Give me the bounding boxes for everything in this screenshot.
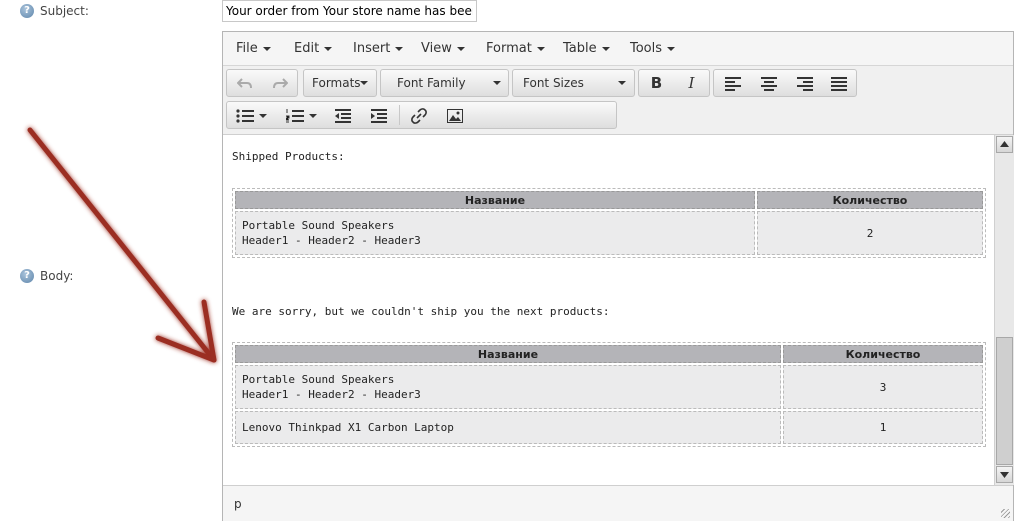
product-quantity: 1 <box>783 411 983 444</box>
align-center-icon <box>761 76 777 91</box>
italic-button[interactable]: I <box>674 70 709 96</box>
product-name: Portable Sound Speakers <box>242 219 395 232</box>
align-left-icon <box>725 76 741 91</box>
align-right-icon <box>797 76 813 91</box>
chevron-down-icon <box>618 81 626 85</box>
table-row: Portable Sound Speakers Header1 - Header… <box>235 211 983 255</box>
chevron-down-icon <box>262 46 271 51</box>
undo-icon <box>236 77 252 88</box>
formats-label: Formats <box>312 76 361 90</box>
scroll-up-button[interactable] <box>996 136 1013 153</box>
subject-input[interactable] <box>222 0 477 22</box>
redo-button[interactable] <box>262 70 297 96</box>
table-row: Lenovo Thinkpad X1 Carbon Laptop 1 <box>235 411 983 444</box>
link-icon <box>411 107 427 124</box>
product-variant: Header1 - Header2 - Header3 <box>242 388 421 401</box>
scroll-down-button[interactable] <box>996 466 1013 483</box>
menu-insert[interactable]: Insert <box>353 41 404 56</box>
menu-view[interactable]: View <box>421 41 465 56</box>
numbered-list-button[interactable] <box>277 102 325 128</box>
font-sizes-label: Font Sizes <box>523 76 584 90</box>
chevron-down-icon <box>493 81 501 85</box>
align-right-button[interactable] <box>788 70 822 96</box>
sorry-message: We are sorry, but we couldn't ship you t… <box>232 305 610 318</box>
chevron-down-icon <box>258 113 267 118</box>
product-name: Lenovo Thinkpad X1 Carbon Laptop <box>242 421 454 434</box>
shipped-products-heading: Shipped Products: <box>232 150 345 163</box>
product-variant: Header1 - Header2 - Header3 <box>242 234 421 247</box>
font-family-dropdown[interactable]: Font Family <box>380 69 509 97</box>
undo-button[interactable] <box>227 70 262 96</box>
editor-toolbar: Formats Font Family Font Sizes B I <box>223 66 1013 135</box>
product-name-cell: Lenovo Thinkpad X1 Carbon Laptop <box>235 411 781 444</box>
chevron-down-icon <box>395 46 404 51</box>
editor-statusbar: p <box>223 485 1013 521</box>
table-row: Portable Sound Speakers Header1 - Header… <box>235 365 983 409</box>
align-left-button[interactable] <box>716 70 750 96</box>
body-label: Body: <box>40 269 74 283</box>
element-path[interactable]: p <box>234 497 242 511</box>
numbered-list-icon <box>285 108 304 122</box>
align-justify-button[interactable] <box>822 70 856 96</box>
align-justify-icon <box>831 76 847 91</box>
font-sizes-dropdown[interactable]: Font Sizes <box>512 69 635 97</box>
bold-button[interactable]: B <box>639 70 674 96</box>
menu-file[interactable]: File <box>236 41 271 56</box>
arrow-up-icon <box>1000 141 1009 147</box>
editor-content-area[interactable]: Shipped Products: Название Количество Po… <box>223 135 993 485</box>
align-group <box>713 69 857 97</box>
table-header-name: Название <box>235 191 755 209</box>
link-button[interactable] <box>401 102 437 128</box>
shipped-products-table: Название Количество Portable Sound Speak… <box>232 188 986 258</box>
formats-dropdown[interactable]: Formats <box>303 69 377 97</box>
chevron-down-icon <box>308 113 317 118</box>
menu-tools[interactable]: Tools <box>630 41 676 56</box>
outdent-button[interactable] <box>325 102 361 128</box>
chevron-down-icon <box>536 46 545 51</box>
chevron-down-icon <box>360 81 368 85</box>
scroll-thumb[interactable] <box>996 337 1013 465</box>
unshipped-products-table: Название Количество Portable Sound Speak… <box>232 342 986 447</box>
image-button[interactable] <box>437 102 473 128</box>
product-quantity: 2 <box>757 211 983 255</box>
editor-menubar: File Edit Insert View Format Table Tools <box>223 32 1013 66</box>
bullet-list-icon <box>235 108 254 123</box>
indent-icon <box>371 108 387 123</box>
content-scrollbar[interactable] <box>994 135 1014 485</box>
menu-edit[interactable]: Edit <box>294 41 333 56</box>
body-help-icon[interactable]: ? <box>20 269 34 283</box>
menu-table[interactable]: Table <box>563 41 610 56</box>
align-center-button[interactable] <box>752 70 786 96</box>
chevron-down-icon <box>667 46 676 51</box>
product-name-cell: Portable Sound Speakers Header1 - Header… <box>235 365 781 409</box>
indent-button[interactable] <box>361 102 397 128</box>
image-icon <box>447 108 463 123</box>
rich-text-editor: File Edit Insert View Format Table Tools… <box>222 31 1014 521</box>
table-header-name: Название <box>235 345 781 363</box>
subject-label: Subject: <box>40 4 89 18</box>
outdent-icon <box>335 108 351 123</box>
product-quantity: 3 <box>783 365 983 409</box>
redo-icon <box>272 77 288 88</box>
table-header-quantity: Количество <box>757 191 983 209</box>
bullet-list-button[interactable] <box>227 102 275 128</box>
chevron-down-icon <box>456 46 465 51</box>
chevron-down-icon <box>601 46 610 51</box>
arrow-down-icon <box>1000 472 1009 478</box>
history-group <box>226 69 298 97</box>
list-group <box>226 101 617 129</box>
table-header-quantity: Количество <box>783 345 983 363</box>
font-family-label: Font Family <box>397 76 466 90</box>
style-group: B I <box>638 69 710 97</box>
toolbar-divider <box>399 105 400 125</box>
chevron-down-icon <box>324 46 333 51</box>
subject-help-icon[interactable]: ? <box>20 4 34 18</box>
resize-handle-icon[interactable] <box>1001 509 1010 518</box>
product-name: Portable Sound Speakers <box>242 373 395 386</box>
product-name-cell: Portable Sound Speakers Header1 - Header… <box>235 211 755 255</box>
menu-format[interactable]: Format <box>486 41 545 56</box>
